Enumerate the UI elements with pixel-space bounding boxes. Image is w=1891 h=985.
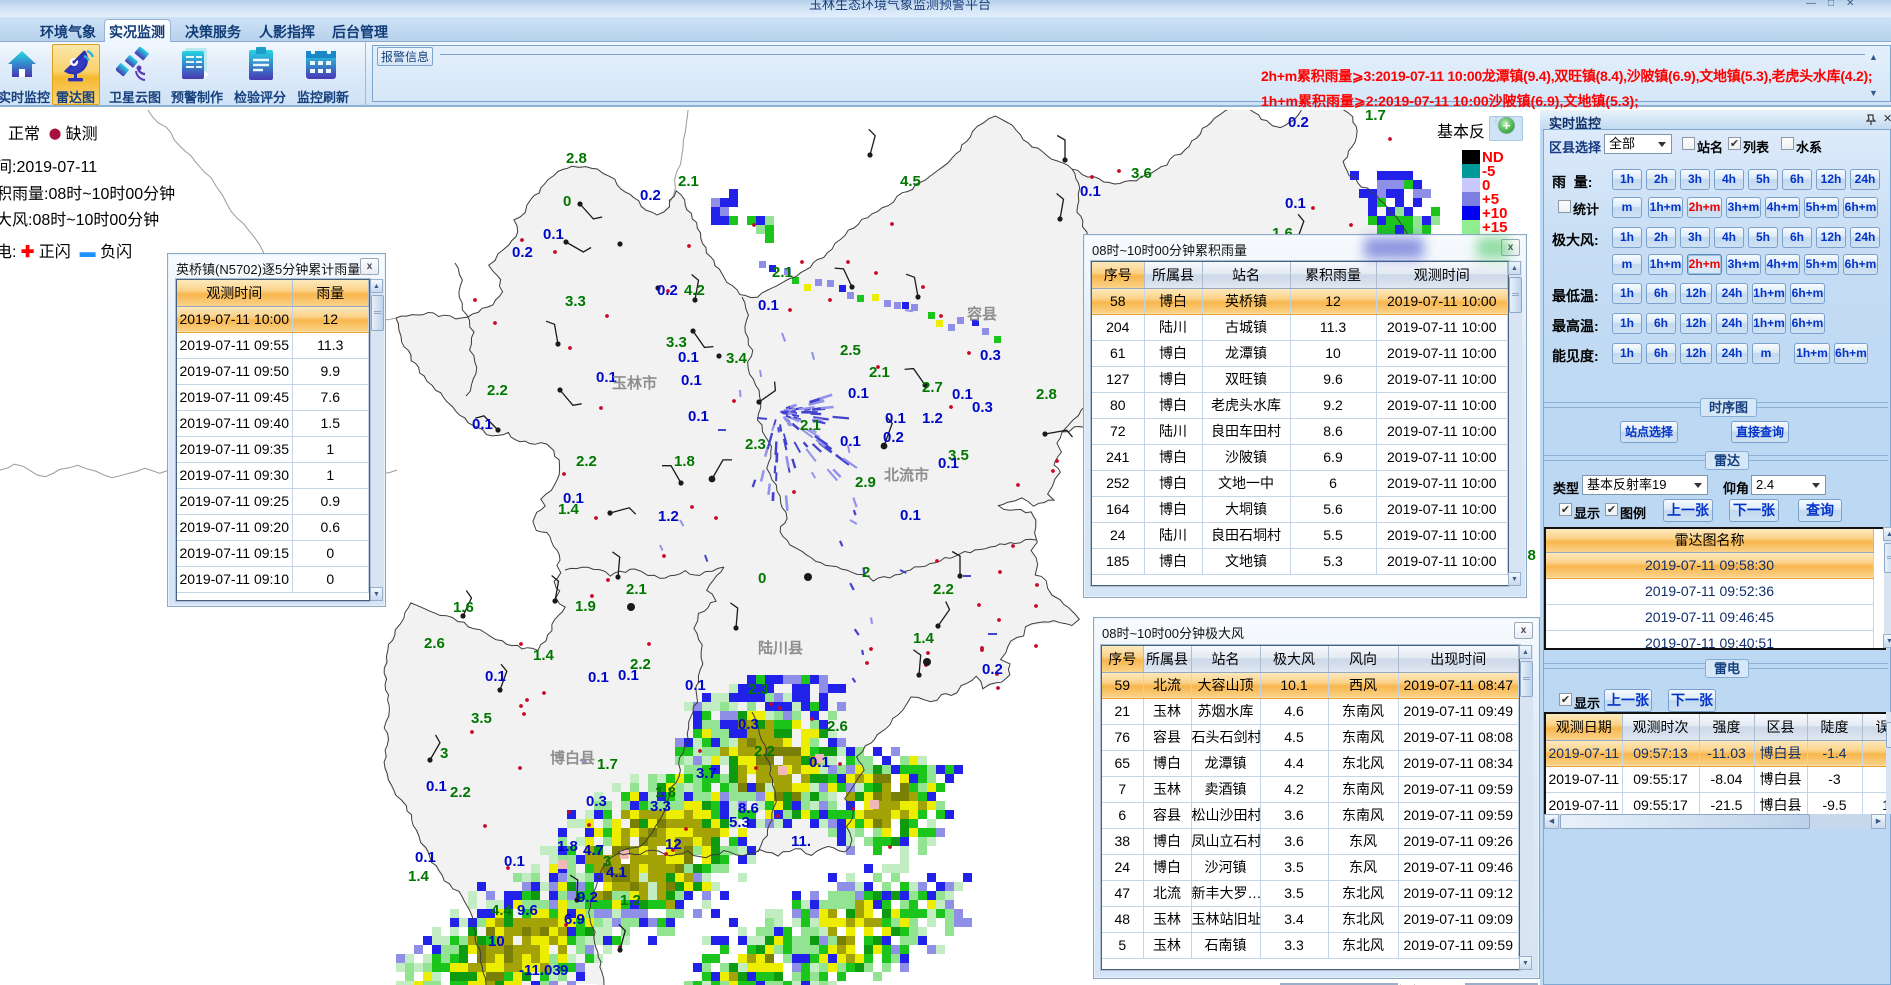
svg-text:0.1: 0.1 [685, 677, 706, 694]
svg-text:11.: 11. [791, 833, 811, 850]
svg-text:0.1: 0.1 [415, 849, 436, 866]
svg-text:1.7: 1.7 [597, 756, 618, 773]
svg-text:2.2: 2.2 [933, 581, 954, 598]
svg-text:0.1: 0.1 [809, 754, 830, 771]
svg-text:2.8: 2.8 [566, 150, 587, 167]
svg-text:陆川县: 陆川县 [758, 640, 803, 657]
svg-text:9: 9 [560, 962, 568, 979]
svg-text:0.2: 0.2 [1288, 114, 1309, 131]
svg-text:1.2: 1.2 [922, 410, 943, 427]
svg-text:4.4: 4.4 [491, 902, 513, 919]
svg-text:0.1: 0.1 [688, 408, 709, 425]
svg-text:0.1: 0.1 [504, 853, 525, 870]
svg-text:3.6: 3.6 [1131, 165, 1152, 182]
svg-text:6.9: 6.9 [564, 911, 585, 928]
svg-text:1.4: 1.4 [558, 501, 580, 518]
svg-text:0.2: 0.2 [512, 244, 533, 261]
svg-text:4.1: 4.1 [606, 864, 627, 881]
svg-text:0.1: 0.1 [618, 667, 639, 684]
svg-text:0.1: 0.1 [426, 778, 447, 795]
svg-text:5.3: 5.3 [729, 814, 750, 831]
svg-text:0.3: 0.3 [980, 347, 1001, 364]
svg-text:2.1: 2.1 [800, 417, 821, 434]
svg-text:0.1: 0.1 [678, 349, 699, 366]
svg-text:0.2: 0.2 [640, 187, 661, 204]
svg-text:1.6: 1.6 [453, 599, 474, 616]
svg-text:0: 0 [563, 193, 571, 210]
svg-text:4.5: 4.5 [900, 173, 921, 190]
svg-text:0.2: 0.2 [982, 661, 1003, 678]
svg-text:1.4: 1.4 [408, 868, 430, 885]
svg-text:3.5: 3.5 [471, 710, 492, 727]
svg-text:0.3: 0.3 [738, 716, 759, 733]
svg-text:0.1: 0.1 [938, 455, 959, 472]
svg-text:0.1: 0.1 [1080, 183, 1101, 200]
svg-text:10: 10 [488, 933, 505, 950]
svg-text:1.4: 1.4 [913, 630, 935, 647]
svg-text:0.2: 0.2 [883, 429, 904, 446]
svg-text:3.3: 3.3 [565, 293, 586, 310]
svg-text:1.8: 1.8 [674, 453, 695, 470]
svg-text:0.1: 0.1 [840, 433, 861, 450]
svg-text:2.1: 2.1 [626, 581, 647, 598]
svg-text:9.6: 9.6 [517, 902, 538, 919]
svg-text:玉林市: 玉林市 [612, 374, 657, 392]
svg-text:0.1: 0.1 [681, 372, 702, 389]
svg-text:9.2: 9.2 [577, 889, 598, 906]
svg-text:2.2: 2.2 [576, 453, 597, 470]
svg-text:4.2: 4.2 [684, 282, 705, 299]
svg-text:0.1: 0.1 [900, 507, 921, 524]
svg-text:2.6: 2.6 [424, 635, 445, 652]
svg-text:3: 3 [440, 745, 448, 762]
svg-text:0.1: 0.1 [952, 386, 973, 403]
svg-text:3.4: 3.4 [726, 350, 748, 367]
svg-text:2.1: 2.1 [772, 264, 793, 281]
svg-text:0.3: 0.3 [972, 399, 993, 416]
svg-text:1.8: 1.8 [557, 838, 578, 855]
svg-text:2: 2 [862, 564, 870, 581]
svg-text:2.1: 2.1 [678, 173, 699, 190]
svg-text:0.1: 0.1 [848, 385, 869, 402]
svg-text:2.3: 2.3 [748, 681, 769, 698]
svg-text:2.8: 2.8 [1036, 386, 1057, 403]
svg-text:3.3: 3.3 [650, 798, 671, 815]
svg-text:0.3: 0.3 [586, 793, 607, 810]
svg-text:1.2: 1.2 [658, 508, 679, 525]
svg-text:2.2: 2.2 [487, 382, 508, 399]
svg-text:北流市: 北流市 [884, 466, 929, 484]
svg-text:0.1: 0.1 [588, 669, 609, 686]
svg-text:2.3: 2.3 [745, 436, 766, 453]
svg-text:-11.03: -11.03 [519, 962, 561, 979]
svg-text:0.1: 0.1 [758, 297, 779, 314]
svg-text:2.2: 2.2 [754, 743, 775, 760]
svg-text:容县: 容县 [966, 305, 997, 323]
svg-text:0.2: 0.2 [657, 282, 678, 299]
svg-text:4.7: 4.7 [583, 842, 604, 859]
svg-text:2.5: 2.5 [840, 342, 861, 359]
svg-text:博白县: 博白县 [550, 749, 595, 767]
svg-text:0.1: 0.1 [485, 668, 506, 685]
svg-text:0.1: 0.1 [1285, 195, 1306, 212]
svg-text:1.4: 1.4 [533, 647, 555, 664]
svg-text:1.7: 1.7 [1365, 110, 1386, 124]
svg-text:2.2: 2.2 [450, 784, 471, 801]
svg-text:0.1: 0.1 [885, 410, 906, 427]
svg-text:2.7: 2.7 [922, 379, 943, 396]
svg-text:2.9: 2.9 [855, 474, 876, 491]
svg-text:1.2: 1.2 [620, 892, 641, 909]
svg-text:1.9: 1.9 [575, 598, 596, 615]
svg-text:0: 0 [758, 570, 766, 587]
svg-text:12: 12 [665, 836, 682, 853]
svg-text:0.1: 0.1 [543, 226, 564, 243]
svg-text:2.1: 2.1 [869, 364, 890, 381]
svg-text:2.6: 2.6 [827, 718, 848, 735]
svg-text:3.7: 3.7 [696, 765, 717, 782]
svg-text:0.1: 0.1 [472, 416, 493, 433]
